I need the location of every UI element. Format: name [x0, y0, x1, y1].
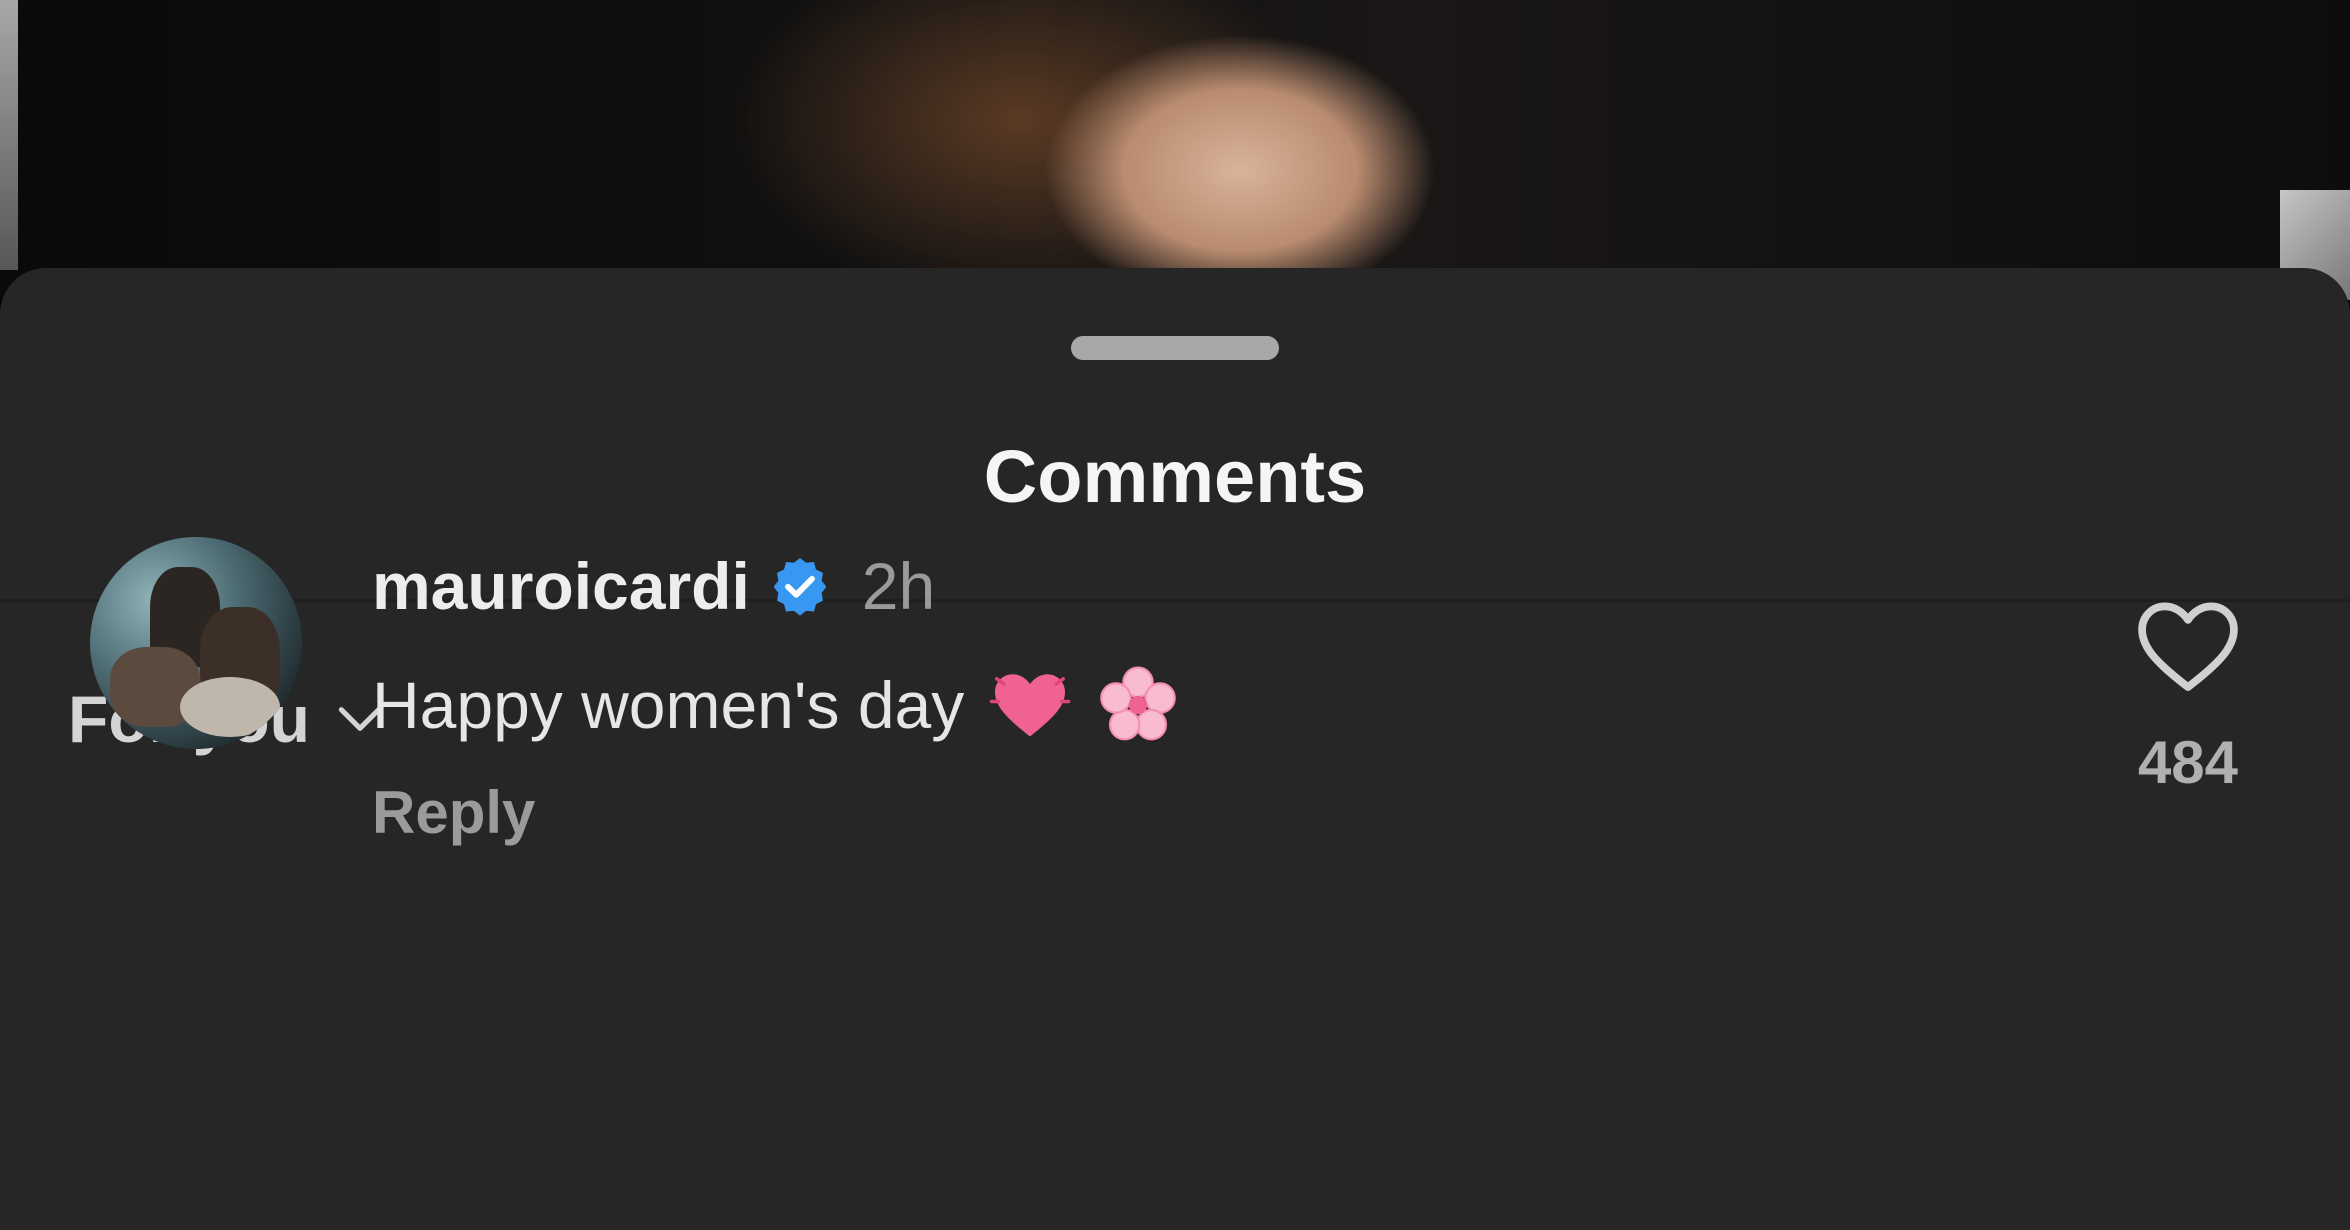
comment-username[interactable]: mauroicardi — [372, 548, 750, 624]
sheet-drag-handle[interactable] — [1071, 336, 1279, 360]
sheet-title: Comments — [983, 435, 1367, 518]
like-count: 484 — [2137, 729, 2239, 796]
header-divider — [0, 599, 2350, 602]
comment-body: Happy women's day — [372, 663, 1180, 747]
heart-emoji-icon — [989, 674, 1071, 737]
comment-text: Happy women's day — [372, 668, 965, 742]
media-edge-left — [0, 0, 18, 270]
cherry-blossom-emoji-icon — [1100, 666, 1177, 741]
avatar[interactable] — [90, 537, 302, 749]
heart-icon[interactable] — [2130, 588, 2246, 704]
post-media-background[interactable] — [0, 0, 2350, 300]
comment-timestamp: 2h — [861, 549, 936, 623]
reply-button[interactable]: Reply — [372, 778, 535, 847]
verified-badge-icon — [773, 558, 827, 616]
comment-header: mauroicardi 2h — [372, 548, 935, 624]
comments-screen: Comments For you mauroicardi 2h Happy wo… — [0, 0, 2350, 1230]
comments-sheet: Comments For you mauroicardi 2h Happy wo… — [0, 268, 2350, 1230]
